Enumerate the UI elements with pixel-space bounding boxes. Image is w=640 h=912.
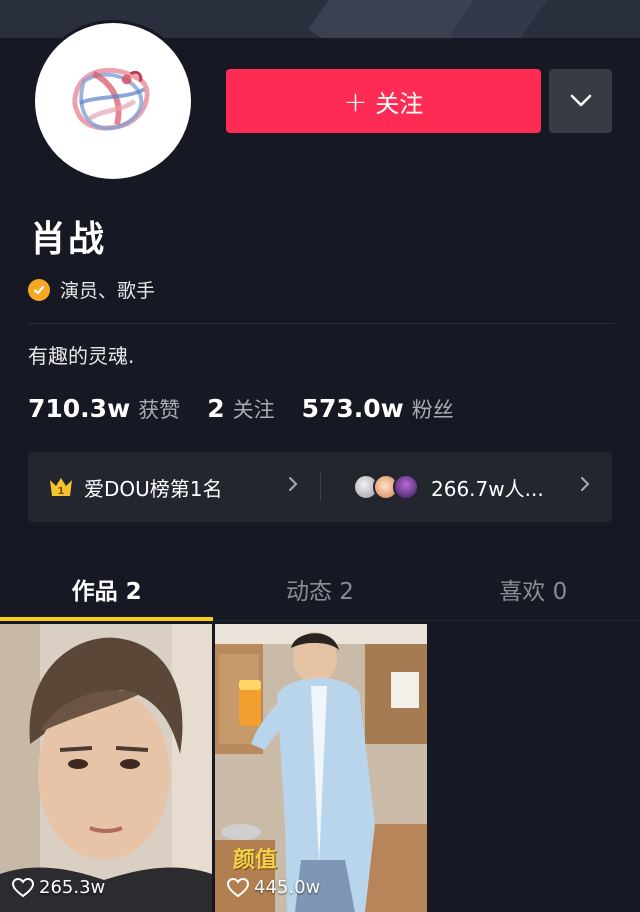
video-likes: 445.0w — [227, 877, 320, 898]
divider — [28, 323, 614, 324]
follow-button-label: 关注 — [375, 89, 424, 118]
verified-row: 演员、歌手 — [28, 276, 155, 303]
crown-icon: 1 — [50, 478, 72, 497]
followers-count[interactable]: 573.0w — [302, 394, 404, 423]
likes-label[interactable]: 获赞 — [138, 394, 180, 424]
profile-stats: 710.3w 获赞 2 关注 573.0w 粉丝 — [28, 394, 481, 424]
fans-label: 266.7w人... — [431, 476, 544, 501]
video-thumbnail-image — [0, 624, 212, 912]
video-thumbnail[interactable]: 颜值 445.0w — [215, 624, 427, 912]
heart-icon — [227, 877, 249, 897]
fans-link[interactable]: 266.7w人... — [321, 452, 612, 522]
fan-avatars — [353, 474, 419, 500]
avatar[interactable] — [32, 20, 194, 182]
following-label[interactable]: 关注 — [233, 394, 275, 424]
more-options-button[interactable] — [549, 69, 612, 133]
profile-bio: 有趣的灵魂. — [28, 344, 135, 368]
profile-name: 肖战 — [30, 219, 107, 260]
chevron-right-icon — [289, 477, 298, 491]
dou-rank-link[interactable]: 1 爱DOU榜第1名 — [28, 452, 320, 522]
tab-works[interactable]: 作品 2 — [0, 555, 214, 621]
chevron-right-icon — [581, 477, 590, 491]
video-likes-count: 265.3w — [39, 877, 106, 898]
tab-activity[interactable]: 动态 2 — [213, 555, 426, 620]
following-count[interactable]: 2 — [207, 394, 224, 423]
avatar-logo-image — [72, 68, 150, 131]
plus-icon: + — [343, 84, 368, 118]
video-thumbnail[interactable]: 265.3w — [0, 624, 212, 912]
followers-label[interactable]: 粉丝 — [412, 394, 454, 424]
svg-text:1: 1 — [58, 486, 65, 497]
video-overlay-text: 颜值 — [233, 848, 278, 873]
chevron-down-icon — [570, 94, 591, 107]
video-grid: 265.3w 颜值 445.0w — [0, 624, 640, 912]
verified-check-icon — [28, 278, 50, 301]
tab-likes[interactable]: 喜欢 0 — [427, 555, 640, 620]
video-likes: 265.3w — [12, 877, 105, 898]
follow-button[interactable]: + 关注 — [226, 69, 541, 133]
heart-icon — [12, 877, 34, 897]
video-likes-count: 445.0w — [254, 877, 321, 898]
profile-tabs: 作品 2 动态 2 喜欢 0 — [0, 555, 640, 621]
rank-bar: 1 爱DOU榜第1名 266.7w人... — [28, 452, 612, 522]
dou-rank-label: 爱DOU榜第1名 — [84, 476, 223, 501]
verified-label: 演员、歌手 — [60, 280, 156, 302]
fan-avatar — [393, 474, 419, 500]
likes-count[interactable]: 710.3w — [28, 394, 130, 423]
